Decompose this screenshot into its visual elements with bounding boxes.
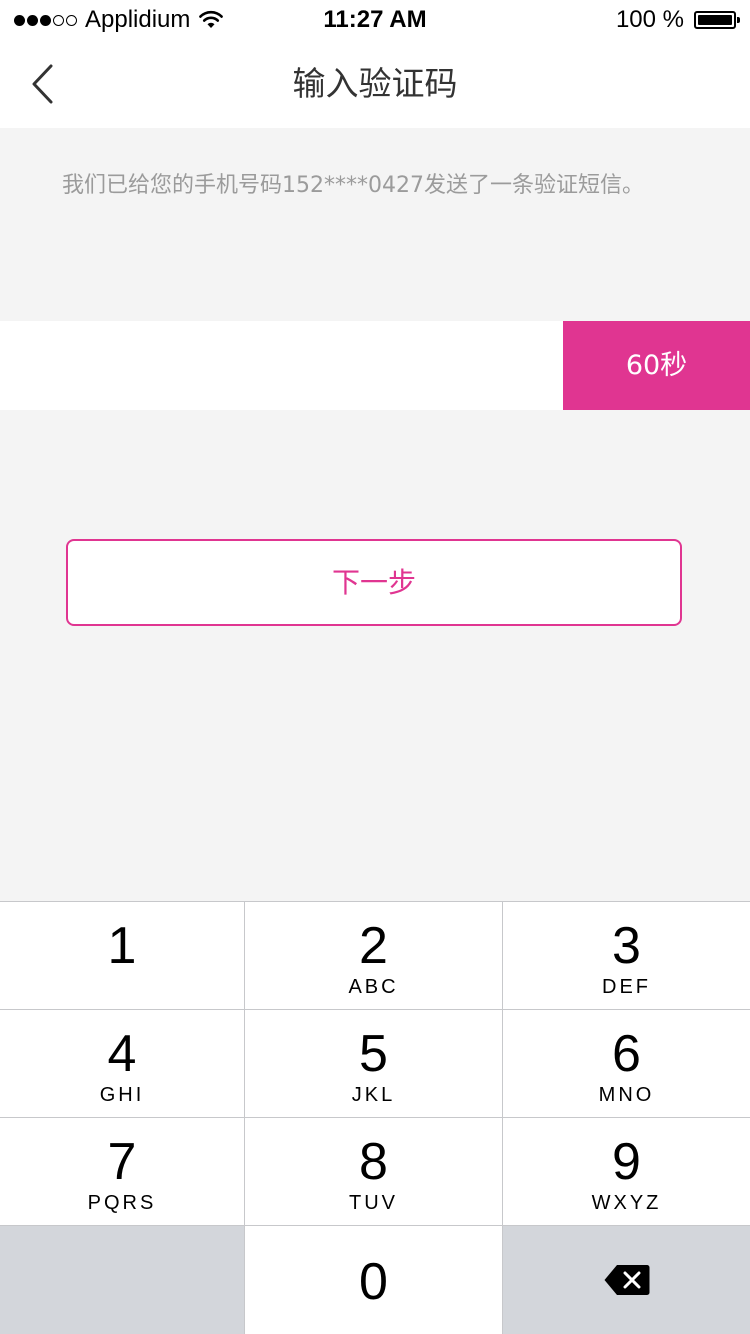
key-digit: 4: [107, 1025, 137, 1083]
key-0[interactable]: 0: [245, 1226, 502, 1334]
key-letters: JKL: [351, 1084, 396, 1106]
key-6[interactable]: 6 MNO: [503, 1010, 750, 1117]
next-step-button[interactable]: 下一步: [66, 539, 682, 626]
status-bar: Applidium 11:27 AM 100 %: [0, 0, 750, 40]
key-letters: DEF: [602, 976, 651, 998]
backspace-icon: [604, 1265, 649, 1295]
battery-icon: [694, 11, 740, 29]
key-digit: 7: [107, 1133, 137, 1191]
key-digit: 1: [107, 917, 137, 975]
status-right: 100 %: [615, 4, 740, 36]
key-3[interactable]: 3 DEF: [503, 902, 750, 1009]
key-digit: 3: [612, 917, 641, 975]
resend-countdown-button[interactable]: 60秒: [563, 321, 750, 410]
key-9[interactable]: 9 WXYZ: [503, 1118, 750, 1225]
key-letters: TUV: [349, 1192, 398, 1214]
key-digit: 9: [612, 1133, 641, 1191]
nav-bar: 输入验证码: [0, 40, 750, 128]
key-digit: 0: [359, 1253, 388, 1311]
sms-sent-message: 我们已给您的手机号码152****0427发送了一条验证短信。: [62, 173, 644, 198]
key-digit: 6: [612, 1025, 641, 1083]
verification-code-input[interactable]: [0, 321, 563, 410]
key-1[interactable]: 1: [0, 902, 244, 1009]
page-title: 输入验证码: [292, 64, 458, 103]
key-2[interactable]: 2 ABC: [245, 902, 502, 1009]
key-5[interactable]: 5 JKL: [245, 1010, 502, 1117]
back-button[interactable]: [12, 54, 72, 114]
numeric-keypad: 1 2 ABC 3 DEF 4 GHI 5 JKL 6 MNO 7 PQRS 8…: [0, 901, 750, 1334]
key-letters: GHI: [99, 1084, 145, 1106]
key-blank: [0, 1226, 244, 1334]
key-digit: 2: [359, 917, 388, 975]
key-letters: WXYZ: [591, 1192, 662, 1214]
delete-key[interactable]: [503, 1226, 750, 1334]
key-digit: 8: [359, 1133, 388, 1191]
key-digit: 5: [359, 1025, 388, 1083]
key-letters: MNO: [598, 1084, 655, 1106]
verification-code-row: 60秒: [0, 321, 750, 410]
key-4[interactable]: 4 GHI: [0, 1010, 244, 1117]
key-7[interactable]: 7 PQRS: [0, 1118, 244, 1225]
key-letters: ABC: [348, 976, 399, 998]
key-8[interactable]: 8 TUV: [245, 1118, 502, 1225]
chevron-left-icon: [32, 64, 53, 104]
key-letters: PQRS: [87, 1192, 157, 1214]
battery-percent: 100 %: [615, 6, 684, 33]
